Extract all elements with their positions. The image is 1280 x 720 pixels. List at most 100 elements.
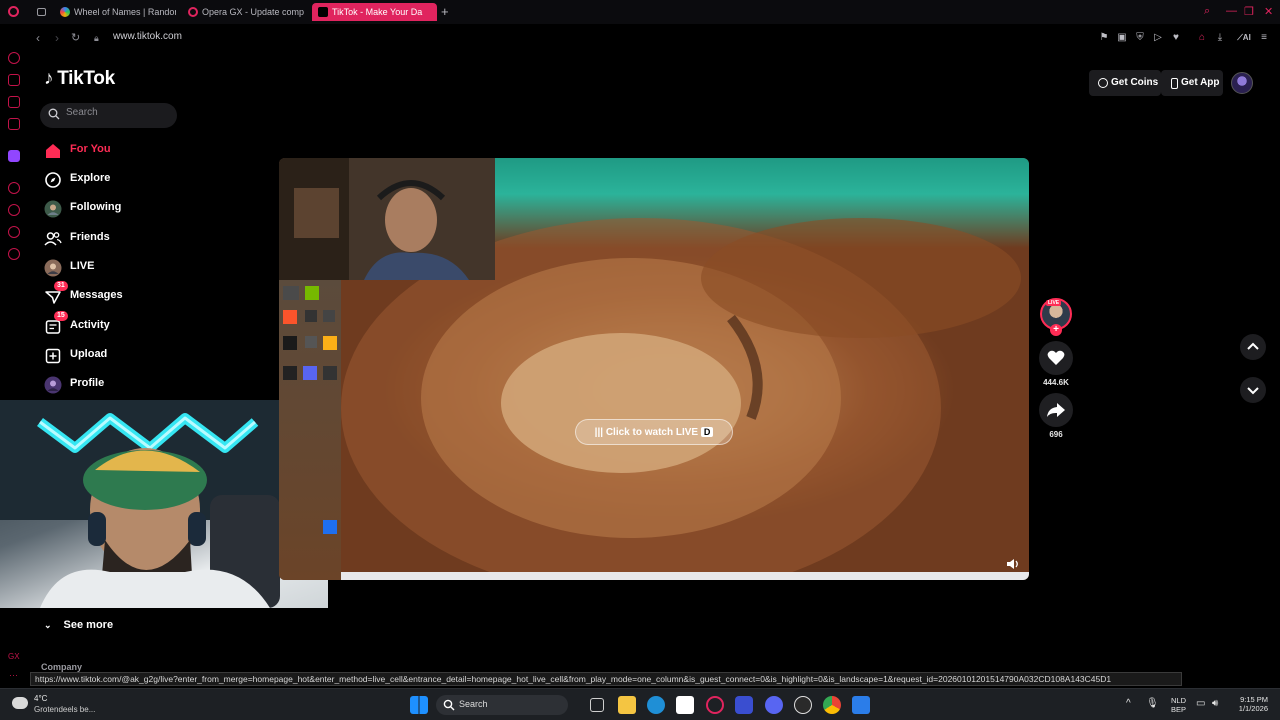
shield-icon[interactable]: ⛨ xyxy=(1134,32,1146,44)
settings-icon[interactable] xyxy=(8,248,20,260)
tab-label: Opera GX - Update comp xyxy=(202,7,304,17)
nav-messages[interactable]: 31 Messages xyxy=(40,281,210,309)
tab-overview-icon[interactable] xyxy=(37,8,46,16)
volume-icon[interactable] xyxy=(1005,556,1021,572)
taskbar-search-label: Search xyxy=(459,699,488,709)
menu-icon[interactable]: ≡ xyxy=(1258,32,1270,44)
follow-plus-icon[interactable]: + xyxy=(1050,324,1062,336)
profile-avatar-icon xyxy=(44,376,62,394)
maximize-button[interactable]: ❐ xyxy=(1244,5,1254,18)
share-button[interactable] xyxy=(1039,393,1073,427)
gx-news-icon[interactable] xyxy=(8,96,20,108)
snapshot-icon[interactable]: ▣ xyxy=(1116,32,1128,44)
lang-line1: NLD xyxy=(1170,696,1186,705)
opera-logo-icon[interactable] xyxy=(8,6,19,17)
tab-opera-gx-update[interactable]: Opera GX - Update comp xyxy=(182,3,304,21)
opera-gx-icon[interactable] xyxy=(706,696,724,714)
streamer-pip-camera xyxy=(279,158,495,280)
user-avatar[interactable] xyxy=(1231,72,1253,94)
compass-icon xyxy=(45,172,61,188)
tab-wheel-of-names[interactable]: Wheel of Names | Random xyxy=(54,3,176,21)
get-coins-button[interactable]: Get Coins xyxy=(1089,70,1161,96)
gx-bag-icon[interactable] xyxy=(8,74,20,86)
ai-icon[interactable]: ⟋AI xyxy=(1234,32,1254,44)
clock[interactable]: 9:15 PM 1/1/2026 xyxy=(1226,695,1268,713)
nav-upload[interactable]: Upload xyxy=(40,344,210,368)
next-video-button[interactable] xyxy=(1240,377,1266,403)
nav-for-you[interactable]: For You xyxy=(40,139,210,163)
store-icon[interactable] xyxy=(676,696,694,714)
see-more-button[interactable]: ⌄ See more xyxy=(44,619,113,631)
microphone-icon[interactable]: 🎙︎ xyxy=(1146,699,1159,709)
nav-friends[interactable]: Friends xyxy=(40,227,210,251)
gx-bottom-icon[interactable]: GX xyxy=(8,652,20,661)
weather-temp: 4°C xyxy=(34,694,48,703)
new-tab-button[interactable]: + xyxy=(441,4,449,19)
nav-explore[interactable]: Explore xyxy=(40,168,210,192)
nav-label: LIVE xyxy=(70,260,95,272)
taskbar-search[interactable]: Search xyxy=(436,695,568,715)
previous-video-button[interactable] xyxy=(1240,334,1266,360)
nav-activity[interactable]: 15 Activity xyxy=(40,311,210,339)
bookmark-icon[interactable]: ⚑ xyxy=(1098,32,1110,44)
reload-button[interactable]: ↻ xyxy=(71,31,80,44)
like-button[interactable] xyxy=(1039,341,1073,375)
windows-start-icon[interactable] xyxy=(410,696,428,714)
gx-control-icon[interactable] xyxy=(8,52,20,64)
gx-cleaner-icon[interactable] xyxy=(8,118,20,130)
nav-label: Activity xyxy=(70,319,110,331)
nav-label: Friends xyxy=(70,231,110,243)
tiktok-logo[interactable]: ♪ TikTok xyxy=(44,68,115,90)
heart-icon xyxy=(1047,350,1065,365)
show-hidden-icons[interactable]: ^ xyxy=(1126,699,1131,709)
company-link[interactable]: Company xyxy=(41,662,82,672)
get-app-button[interactable]: Get App xyxy=(1161,70,1223,96)
history-icon[interactable] xyxy=(8,204,20,216)
desktop-icons-strip xyxy=(279,280,341,580)
minimize-button[interactable]: — xyxy=(1226,5,1237,17)
tab-label: Wheel of Names | Random xyxy=(74,7,176,17)
activity-badge: 15 xyxy=(54,311,68,321)
url-field[interactable]: www.tiktok.com xyxy=(113,31,182,42)
weather-desc: Grotendeels be... xyxy=(34,705,96,714)
edge-icon[interactable] xyxy=(647,696,665,714)
player-icon[interactable]: ▷ xyxy=(1152,32,1164,44)
nav-label: Explore xyxy=(70,172,111,184)
file-explorer-icon[interactable] xyxy=(618,696,636,714)
nav-profile[interactable]: Profile xyxy=(40,373,210,397)
close-window-button[interactable]: ✕ xyxy=(1264,5,1273,18)
chrome-icon[interactable] xyxy=(823,696,841,714)
app-active-icon[interactable] xyxy=(852,696,870,714)
logo-text: TikTok xyxy=(57,68,115,89)
task-view-icon[interactable] xyxy=(590,698,604,712)
chevron-up-icon xyxy=(1247,342,1259,350)
tab-tiktok[interactable]: TikTok - Make Your Da xyxy=(312,3,437,21)
heart-toolbar-icon[interactable]: ♥ xyxy=(1170,32,1182,44)
nav-live[interactable]: LIVE xyxy=(40,256,210,280)
discord-icon[interactable] xyxy=(765,696,783,714)
network-icon[interactable]: ▭ xyxy=(1196,699,1205,709)
app-blue-icon[interactable] xyxy=(735,696,753,714)
obs-icon[interactable] xyxy=(794,696,812,714)
tiktok-note-icon: ♪ xyxy=(44,68,54,89)
live-avatar-icon xyxy=(44,259,62,277)
browser-tab-strip: Wheel of Names | Random Opera GX - Updat… xyxy=(0,0,1280,24)
lang-line2: BEP xyxy=(1170,705,1186,714)
click-to-watch-live-button[interactable]: ||| Click to watch LIVE D xyxy=(575,419,733,445)
search-tabs-icon[interactable]: ⌕ xyxy=(1204,5,1210,18)
gx-player-icon[interactable] xyxy=(8,182,20,194)
wallet-icon[interactable]: ⌂ xyxy=(1196,32,1208,44)
search-input[interactable] xyxy=(66,107,166,118)
more-icon[interactable]: ··· xyxy=(9,670,18,680)
live-video-player[interactable]: ||| Click to watch LIVE D xyxy=(279,158,1029,580)
twitch-icon[interactable] xyxy=(8,150,20,162)
volume-tray-icon[interactable]: 🔊︎ xyxy=(1212,699,1218,709)
language-indicator[interactable]: NLD BEP xyxy=(1166,696,1186,714)
search-box[interactable] xyxy=(40,103,177,128)
gx-chat-icon[interactable] xyxy=(8,226,20,238)
upload-icon xyxy=(45,348,61,364)
download-icon[interactable]: ⤓ xyxy=(1214,32,1226,44)
nav-following[interactable]: Following xyxy=(40,197,210,221)
back-button[interactable]: ‹ xyxy=(36,31,40,45)
forward-button[interactable]: › xyxy=(55,31,59,45)
